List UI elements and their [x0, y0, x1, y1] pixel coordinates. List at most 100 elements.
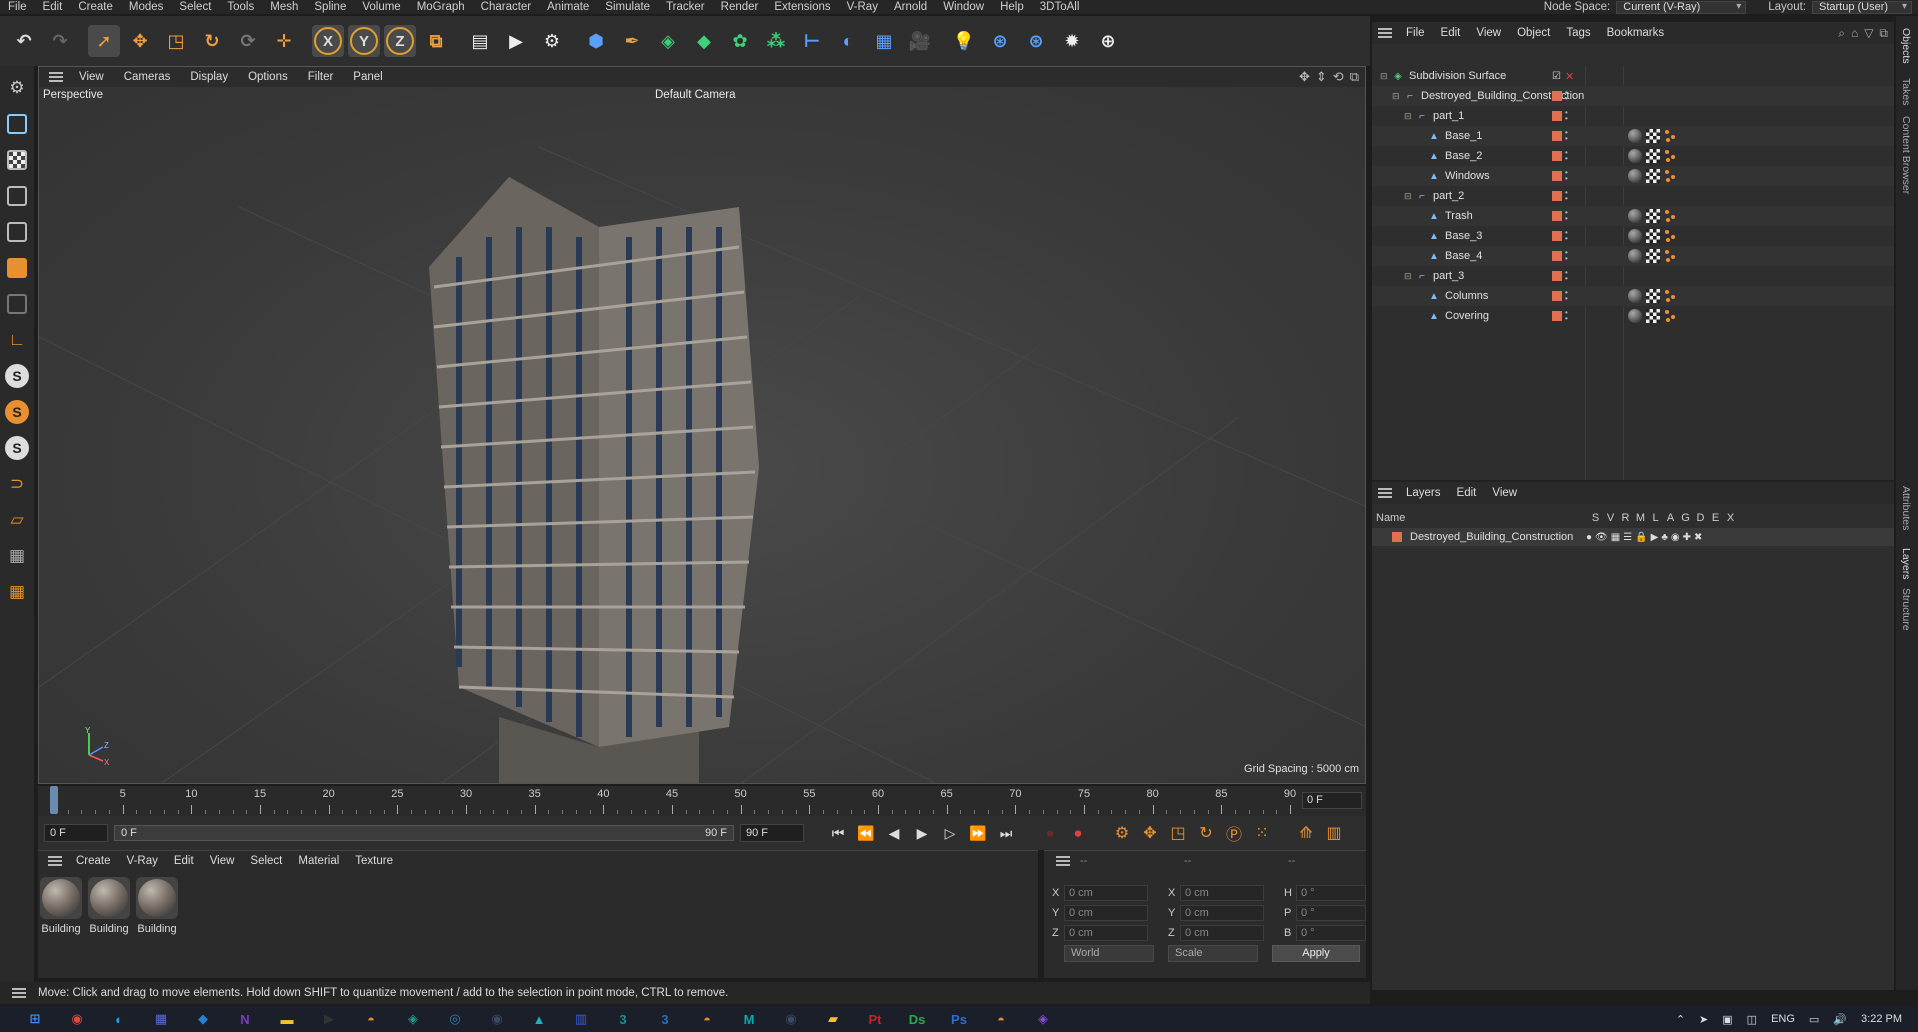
- selection-tag-icon[interactable]: [1664, 209, 1678, 223]
- material-item[interactable]: Building: [136, 877, 178, 935]
- menu-tracker[interactable]: Tracker: [658, 0, 713, 14]
- camera-icon[interactable]: 🎥: [904, 25, 936, 57]
- deformer-flag-icon[interactable]: ◉: [1671, 532, 1680, 543]
- position-x-field[interactable]: 0 cm: [1064, 885, 1148, 901]
- tray-app-icon[interactable]: ▣: [1722, 1013, 1732, 1026]
- onenote-icon[interactable]: N: [234, 1008, 256, 1030]
- enable-checkbox-icon[interactable]: ☑: [1552, 71, 1561, 82]
- layout-dropdown[interactable]: Startup (User): [1812, 0, 1912, 14]
- next-frame-icon[interactable]: ▷: [938, 821, 962, 845]
- point-mode-icon[interactable]: [3, 180, 31, 212]
- menu-v-ray[interactable]: V-Ray: [839, 0, 886, 14]
- menu-help[interactable]: Help: [992, 0, 1032, 14]
- menu-mograph[interactable]: MoGraph: [409, 0, 473, 14]
- next-key-icon[interactable]: ⏩: [966, 821, 990, 845]
- workplane-snap-icon[interactable]: S: [3, 432, 31, 464]
- visibility-dots-icon[interactable]: • •: [1565, 189, 1568, 203]
- menu-extensions[interactable]: Extensions: [766, 0, 838, 14]
- layer-color-icon[interactable]: [1552, 191, 1562, 201]
- visibility-dots-icon[interactable]: • •: [1565, 289, 1568, 303]
- object-row[interactable]: ▲ Base_2 • •: [1372, 146, 1894, 166]
- object-name[interactable]: ⊟ ⌐ part_3: [1404, 270, 1464, 282]
- object-row[interactable]: ▲ Base_3 • •: [1372, 226, 1894, 246]
- obj-menu-view[interactable]: View: [1468, 27, 1509, 39]
- uvw-tag-icon[interactable]: [1646, 309, 1660, 323]
- menu-tools[interactable]: Tools: [219, 0, 262, 14]
- mat-menu-view[interactable]: View: [202, 855, 243, 867]
- menu-render[interactable]: Render: [713, 0, 767, 14]
- expand-icon[interactable]: ⊟: [1392, 91, 1402, 102]
- coord-space-dropdown[interactable]: World: [1064, 945, 1154, 962]
- texture-mode-icon[interactable]: [3, 144, 31, 176]
- goto-end-icon[interactable]: ⏭: [994, 821, 1018, 845]
- object-name[interactable]: ⊟ ◈ Subdivision Surface: [1380, 70, 1506, 82]
- blender3-icon[interactable]: ◓: [990, 1008, 1012, 1030]
- tray-app2-icon[interactable]: ◫: [1747, 1013, 1757, 1026]
- tab-structure[interactable]: Structure: [1900, 588, 1912, 631]
- layer-color-icon[interactable]: [1552, 291, 1562, 301]
- object-row[interactable]: ⊟ ⌐ part_3 • •: [1372, 266, 1894, 286]
- app3-icon[interactable]: ▲: [528, 1008, 550, 1030]
- tab-attributes[interactable]: Attributes: [1900, 486, 1912, 530]
- menu-select[interactable]: Select: [171, 0, 219, 14]
- 3dsmax-icon[interactable]: 3: [612, 1008, 634, 1030]
- menu-volume[interactable]: Volume: [354, 0, 408, 14]
- layer-color-icon[interactable]: [1552, 211, 1562, 221]
- layer-row[interactable]: Destroyed_Building_Construction ● 👁 ▦ ☰ …: [1372, 528, 1894, 546]
- menu-animate[interactable]: Animate: [539, 0, 597, 14]
- object-row[interactable]: ▲ Base_1 • •: [1372, 126, 1894, 146]
- object-name[interactable]: ▲ Base_2: [1416, 150, 1482, 162]
- material-tag-icon[interactable]: [1628, 309, 1642, 323]
- material-item[interactable]: Building: [40, 877, 82, 935]
- visibility-dots-icon[interactable]: • •: [1565, 89, 1568, 103]
- y-axis-icon[interactable]: Y: [348, 25, 380, 57]
- layer-color-icon[interactable]: [1552, 171, 1562, 181]
- explorer-icon[interactable]: ▬: [276, 1008, 298, 1030]
- menu-character[interactable]: Character: [473, 0, 540, 14]
- layer-menu-icon[interactable]: [1378, 488, 1392, 498]
- floor-icon[interactable]: ▦: [868, 25, 900, 57]
- autokey-icon[interactable]: ⏺: [1066, 821, 1090, 845]
- blender-icon[interactable]: ◓: [360, 1008, 382, 1030]
- current-frame-field[interactable]: 0 F: [1302, 792, 1362, 809]
- workplane-icon[interactable]: ▱: [3, 504, 31, 536]
- object-name[interactable]: ▲ Columns: [1416, 290, 1488, 302]
- render-view-icon[interactable]: ▶: [500, 25, 532, 57]
- menu-create[interactable]: Create: [70, 0, 121, 14]
- uvw-tag-icon[interactable]: [1646, 169, 1660, 183]
- render-region-icon[interactable]: ▤: [464, 25, 496, 57]
- viewport-menu-view[interactable]: View: [69, 71, 114, 83]
- menu-3dtoall[interactable]: 3DToAll: [1032, 0, 1088, 14]
- expand-icon[interactable]: ⊟: [1404, 191, 1414, 202]
- visibility-dots-icon[interactable]: • •: [1565, 269, 1568, 283]
- menu-mesh[interactable]: Mesh: [262, 0, 306, 14]
- pan-icon[interactable]: ✥: [1299, 69, 1310, 85]
- layer-color-icon[interactable]: [1552, 91, 1562, 101]
- redo-icon[interactable]: ↷: [44, 25, 76, 57]
- playhead[interactable]: [50, 786, 58, 814]
- viewport-canvas[interactable]: Y Z X: [39, 87, 1365, 783]
- selection-tag-icon[interactable]: [1664, 289, 1678, 303]
- key-position-icon[interactable]: ✥: [1138, 821, 1162, 845]
- key-scale-icon[interactable]: ◳: [1166, 821, 1190, 845]
- key-param-icon[interactable]: Ⓟ: [1222, 821, 1246, 845]
- rotation-b-field[interactable]: 0 °: [1296, 925, 1366, 941]
- undo-icon[interactable]: ↶: [8, 25, 40, 57]
- material-tag-icon[interactable]: [1628, 129, 1642, 143]
- position-z-field[interactable]: 0 cm: [1064, 925, 1148, 941]
- menu-simulate[interactable]: Simulate: [597, 0, 658, 14]
- viewport-menu-cameras[interactable]: Cameras: [114, 71, 181, 83]
- layer-col-d[interactable]: D: [1693, 512, 1708, 524]
- selection-tag-icon[interactable]: [1664, 149, 1678, 163]
- workplane-grid-icon[interactable]: ▦: [3, 540, 31, 572]
- selection-tag-icon[interactable]: [1664, 129, 1678, 143]
- expand-icon[interactable]: ⊟: [1404, 111, 1414, 122]
- layer-col-m[interactable]: M: [1633, 512, 1648, 524]
- selection-tag-icon[interactable]: [1664, 249, 1678, 263]
- layer-col-l[interactable]: L: [1648, 512, 1663, 524]
- obj-menu-bookmarks[interactable]: Bookmarks: [1599, 27, 1673, 39]
- coords-menu-icon[interactable]: [1056, 856, 1070, 866]
- timeline[interactable]: 051015202530354045505560657075808590 0 F: [38, 786, 1366, 816]
- c4d2-icon[interactable]: ◉: [780, 1008, 802, 1030]
- position-y-field[interactable]: 0 cm: [1064, 905, 1148, 921]
